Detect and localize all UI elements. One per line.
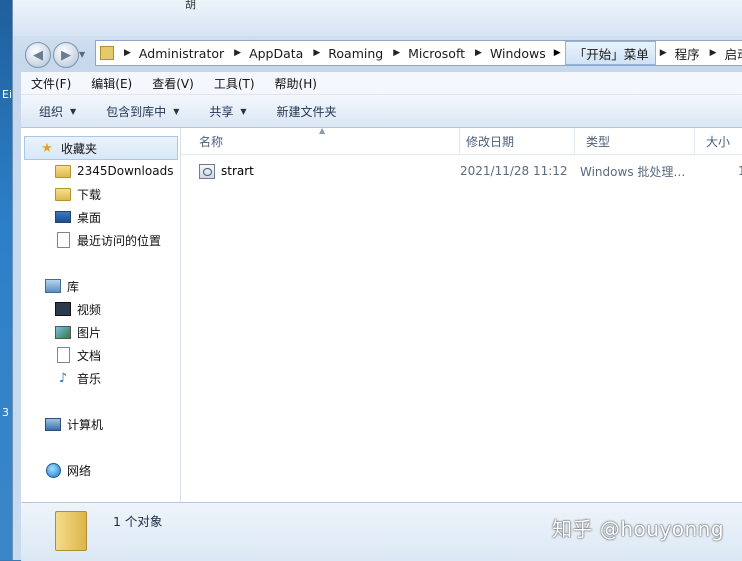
sidebar-item-videos[interactable]: 视频 <box>55 298 101 320</box>
chevron-right-icon[interactable]: ▶ <box>660 48 667 58</box>
recent-places-icon <box>55 232 71 248</box>
navigation-pane: ★ 收藏夹 2345Downloads 下载 桌面 最近访问的位置 库 视频 图… <box>21 128 181 502</box>
computer-icon <box>45 416 61 432</box>
folder-icon <box>100 46 114 60</box>
breadcrumb-item[interactable]: ▶ Roaming <box>303 42 383 64</box>
sidebar-item-documents[interactable]: 文档 <box>55 344 101 366</box>
column-type[interactable]: 类型 <box>574 128 695 154</box>
sidebar-item-desktop[interactable]: 桌面 <box>55 206 101 228</box>
sidebar-item-network[interactable]: 网络 <box>45 459 91 481</box>
explorer-window: 胡 ◀ ▶ ▼ ▶ Administrator ▶ AppData ▶ Roaming… <box>12 0 742 561</box>
file-list-pane: ▲ 名称 修改日期 类型 大小 strart 2021/11/28 11:12 … <box>181 126 742 502</box>
breadcrumb-item[interactable]: ▶启动 <box>700 42 742 64</box>
breadcrumb-item[interactable]: ▶ Windows <box>465 42 546 64</box>
breadcrumb-item[interactable]: ▶ 程序 <box>656 42 700 64</box>
sidebar-item-libraries[interactable]: 库 <box>45 275 79 297</box>
chevron-right-icon[interactable]: ▶ <box>475 48 482 58</box>
chevron-right-icon[interactable]: ▶ <box>554 48 561 58</box>
recent-pages-dropdown[interactable]: ▼ <box>79 50 85 59</box>
desktop-icon-label: Ei <box>2 88 13 101</box>
arrow-right-icon: ▶ <box>61 47 71 63</box>
arrow-left-icon: ◀ <box>33 47 43 63</box>
downloads-folder-icon <box>55 186 71 202</box>
new-folder-button[interactable]: 新建文件夹 <box>259 103 349 120</box>
organize-button[interactable]: 组织 ▼ <box>21 103 88 120</box>
include-in-library-button[interactable]: 包含到库中 ▼ <box>88 103 191 120</box>
share-button[interactable]: 共享 ▼ <box>191 103 258 120</box>
menu-tools[interactable]: 工具(T) <box>204 75 265 92</box>
item-count: 1 个对象 <box>113 514 163 529</box>
video-icon <box>55 301 71 317</box>
caret-down-icon: ▼ <box>240 106 247 116</box>
folder-icon <box>55 511 87 551</box>
chevron-right-icon[interactable]: ▶ <box>393 48 400 58</box>
caret-down-icon: ▼ <box>70 106 77 116</box>
music-note-icon: ♪ <box>58 370 68 386</box>
address-bar[interactable]: ▶ Administrator ▶ AppData ▶ Roaming ▶ Micros… <box>95 40 742 66</box>
menu-bar: 文件(F) 编辑(E) 查看(V) 工具(T) 帮助(H) <box>21 72 742 95</box>
sidebar-item-recent-places[interactable]: 最近访问的位置 <box>55 229 161 251</box>
desktop-icon-label: 3 <box>2 406 9 419</box>
sidebar-item-pictures[interactable]: 图片 <box>55 321 101 343</box>
column-date-modified[interactable]: 修改日期 <box>454 128 575 154</box>
menu-view[interactable]: 查看(V) <box>142 75 204 92</box>
column-header-row: ▲ 名称 修改日期 类型 大小 <box>181 126 742 155</box>
title-bar[interactable]: 胡 <box>13 0 742 36</box>
chevron-right-icon[interactable]: ▶ <box>124 48 131 58</box>
back-button[interactable]: ◀ <box>25 42 51 68</box>
batch-file-icon <box>199 163 215 179</box>
breadcrumb-item-active[interactable]: 「开始」菜单 <box>564 41 656 65</box>
document-icon <box>55 347 71 363</box>
menu-edit[interactable]: 编辑(E) <box>81 75 142 92</box>
star-icon: ★ <box>41 140 53 156</box>
sidebar-item-music[interactable]: ♪ 音乐 <box>55 367 101 389</box>
breadcrumb-item[interactable]: ▶ Administrator <box>114 42 224 64</box>
window-title: 胡 <box>185 0 196 11</box>
file-size-cell: 1 <box>738 164 742 178</box>
picture-icon <box>55 324 71 340</box>
sidebar-item-computer[interactable]: 计算机 <box>45 413 103 435</box>
watermark: 知乎 @houyonng <box>552 517 725 541</box>
sidebar-item-2345downloads[interactable]: 2345Downloads <box>55 160 173 182</box>
desktop-icon <box>55 209 71 225</box>
chevron-right-icon[interactable]: ▶ <box>710 48 717 58</box>
command-bar: 组织 ▼ 包含到库中 ▼ 共享 ▼ 新建文件夹 <box>21 95 742 128</box>
file-modified-cell: 2021/11/28 11:12 <box>460 164 568 178</box>
file-type-cell: Windows 批处理… <box>580 164 686 179</box>
breadcrumb-item[interactable]: ▶ Microsoft <box>383 42 465 64</box>
file-row[interactable]: strart 2021/11/28 11:12 Windows 批处理… 1 <box>181 160 742 182</box>
forward-button[interactable]: ▶ <box>53 42 79 68</box>
breadcrumb-item[interactable]: ▶ AppData <box>224 42 303 64</box>
library-icon <box>45 278 61 294</box>
column-name[interactable]: 名称 <box>187 128 460 154</box>
sidebar-item-favorites[interactable]: ★ 收藏夹 <box>24 136 178 160</box>
file-name-cell[interactable]: strart <box>199 163 254 179</box>
menu-help[interactable]: 帮助(H) <box>265 75 327 92</box>
sidebar-item-downloads[interactable]: 下载 <box>55 183 101 205</box>
folder-icon <box>55 163 71 179</box>
caret-down-icon: ▼ <box>173 106 180 116</box>
chevron-right-icon[interactable]: ▶ <box>234 48 241 58</box>
chevron-right-icon[interactable]: ▶ <box>313 48 320 58</box>
network-icon <box>45 462 61 478</box>
column-size[interactable]: 大小 <box>694 128 742 154</box>
menu-file[interactable]: 文件(F) <box>21 75 81 92</box>
